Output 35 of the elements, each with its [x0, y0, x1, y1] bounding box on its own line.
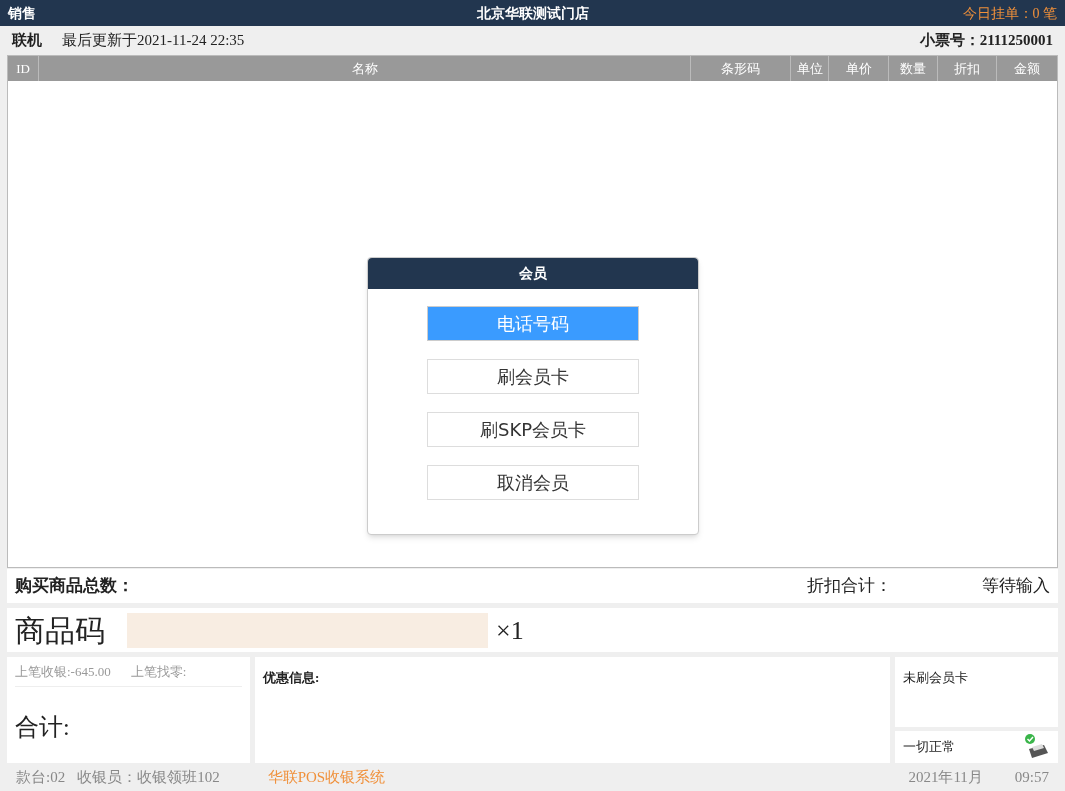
- column-header: 数量: [888, 56, 937, 81]
- mode-label: 销售: [8, 4, 37, 23]
- register-number: 款台:02: [16, 767, 66, 787]
- online-status: 联机: [12, 31, 42, 51]
- column-header: 折扣: [937, 56, 996, 81]
- last-received: 上笔收银:-645.00: [15, 662, 111, 681]
- promo-label: 优惠信息:: [263, 670, 320, 685]
- status-date: 2021年11月: [908, 767, 983, 787]
- last-change: 上笔找零:: [130, 662, 187, 681]
- column-header: ID: [15, 59, 31, 78]
- system-name: 华联POS收银系统: [267, 767, 387, 787]
- store-name: 北京华联测试门店: [475, 4, 590, 23]
- printer-status: 一切正常: [903, 738, 955, 757]
- column-header: 条形码: [690, 56, 790, 81]
- waiting-status: 等待输入: [982, 575, 1050, 598]
- column-header: 单价: [828, 56, 888, 81]
- column-header: 名称: [38, 56, 690, 81]
- member-option-button[interactable]: 取消会员: [427, 465, 639, 500]
- total-items-label: 购买商品总数：: [15, 575, 135, 598]
- status-time: 09:57: [1014, 767, 1049, 787]
- last-updated: 最后更新于2021-11-24 22:35: [62, 31, 246, 51]
- member-status: 未刷会员卡: [903, 670, 968, 685]
- receipt-number: 小票号：2111250001: [919, 31, 1053, 51]
- dialog-title: 会员: [368, 258, 698, 289]
- member-option-button[interactable]: 刷会员卡: [427, 359, 639, 394]
- discount-total-label: 折扣合计：: [807, 575, 892, 598]
- product-code-label: 商品码: [15, 612, 106, 649]
- cashier-name: 收银员：收银领班102: [77, 767, 220, 787]
- pending-orders: 今日挂单：0 笔: [961, 4, 1057, 23]
- column-header: 单位: [790, 56, 828, 81]
- member-option-button[interactable]: 刷SKP会员卡: [427, 412, 639, 447]
- column-header: 金额: [996, 56, 1057, 81]
- quantity-multiplier: ×1: [496, 614, 524, 647]
- product-code-field[interactable]: [127, 612, 488, 648]
- total-label: 合计:: [15, 713, 71, 742]
